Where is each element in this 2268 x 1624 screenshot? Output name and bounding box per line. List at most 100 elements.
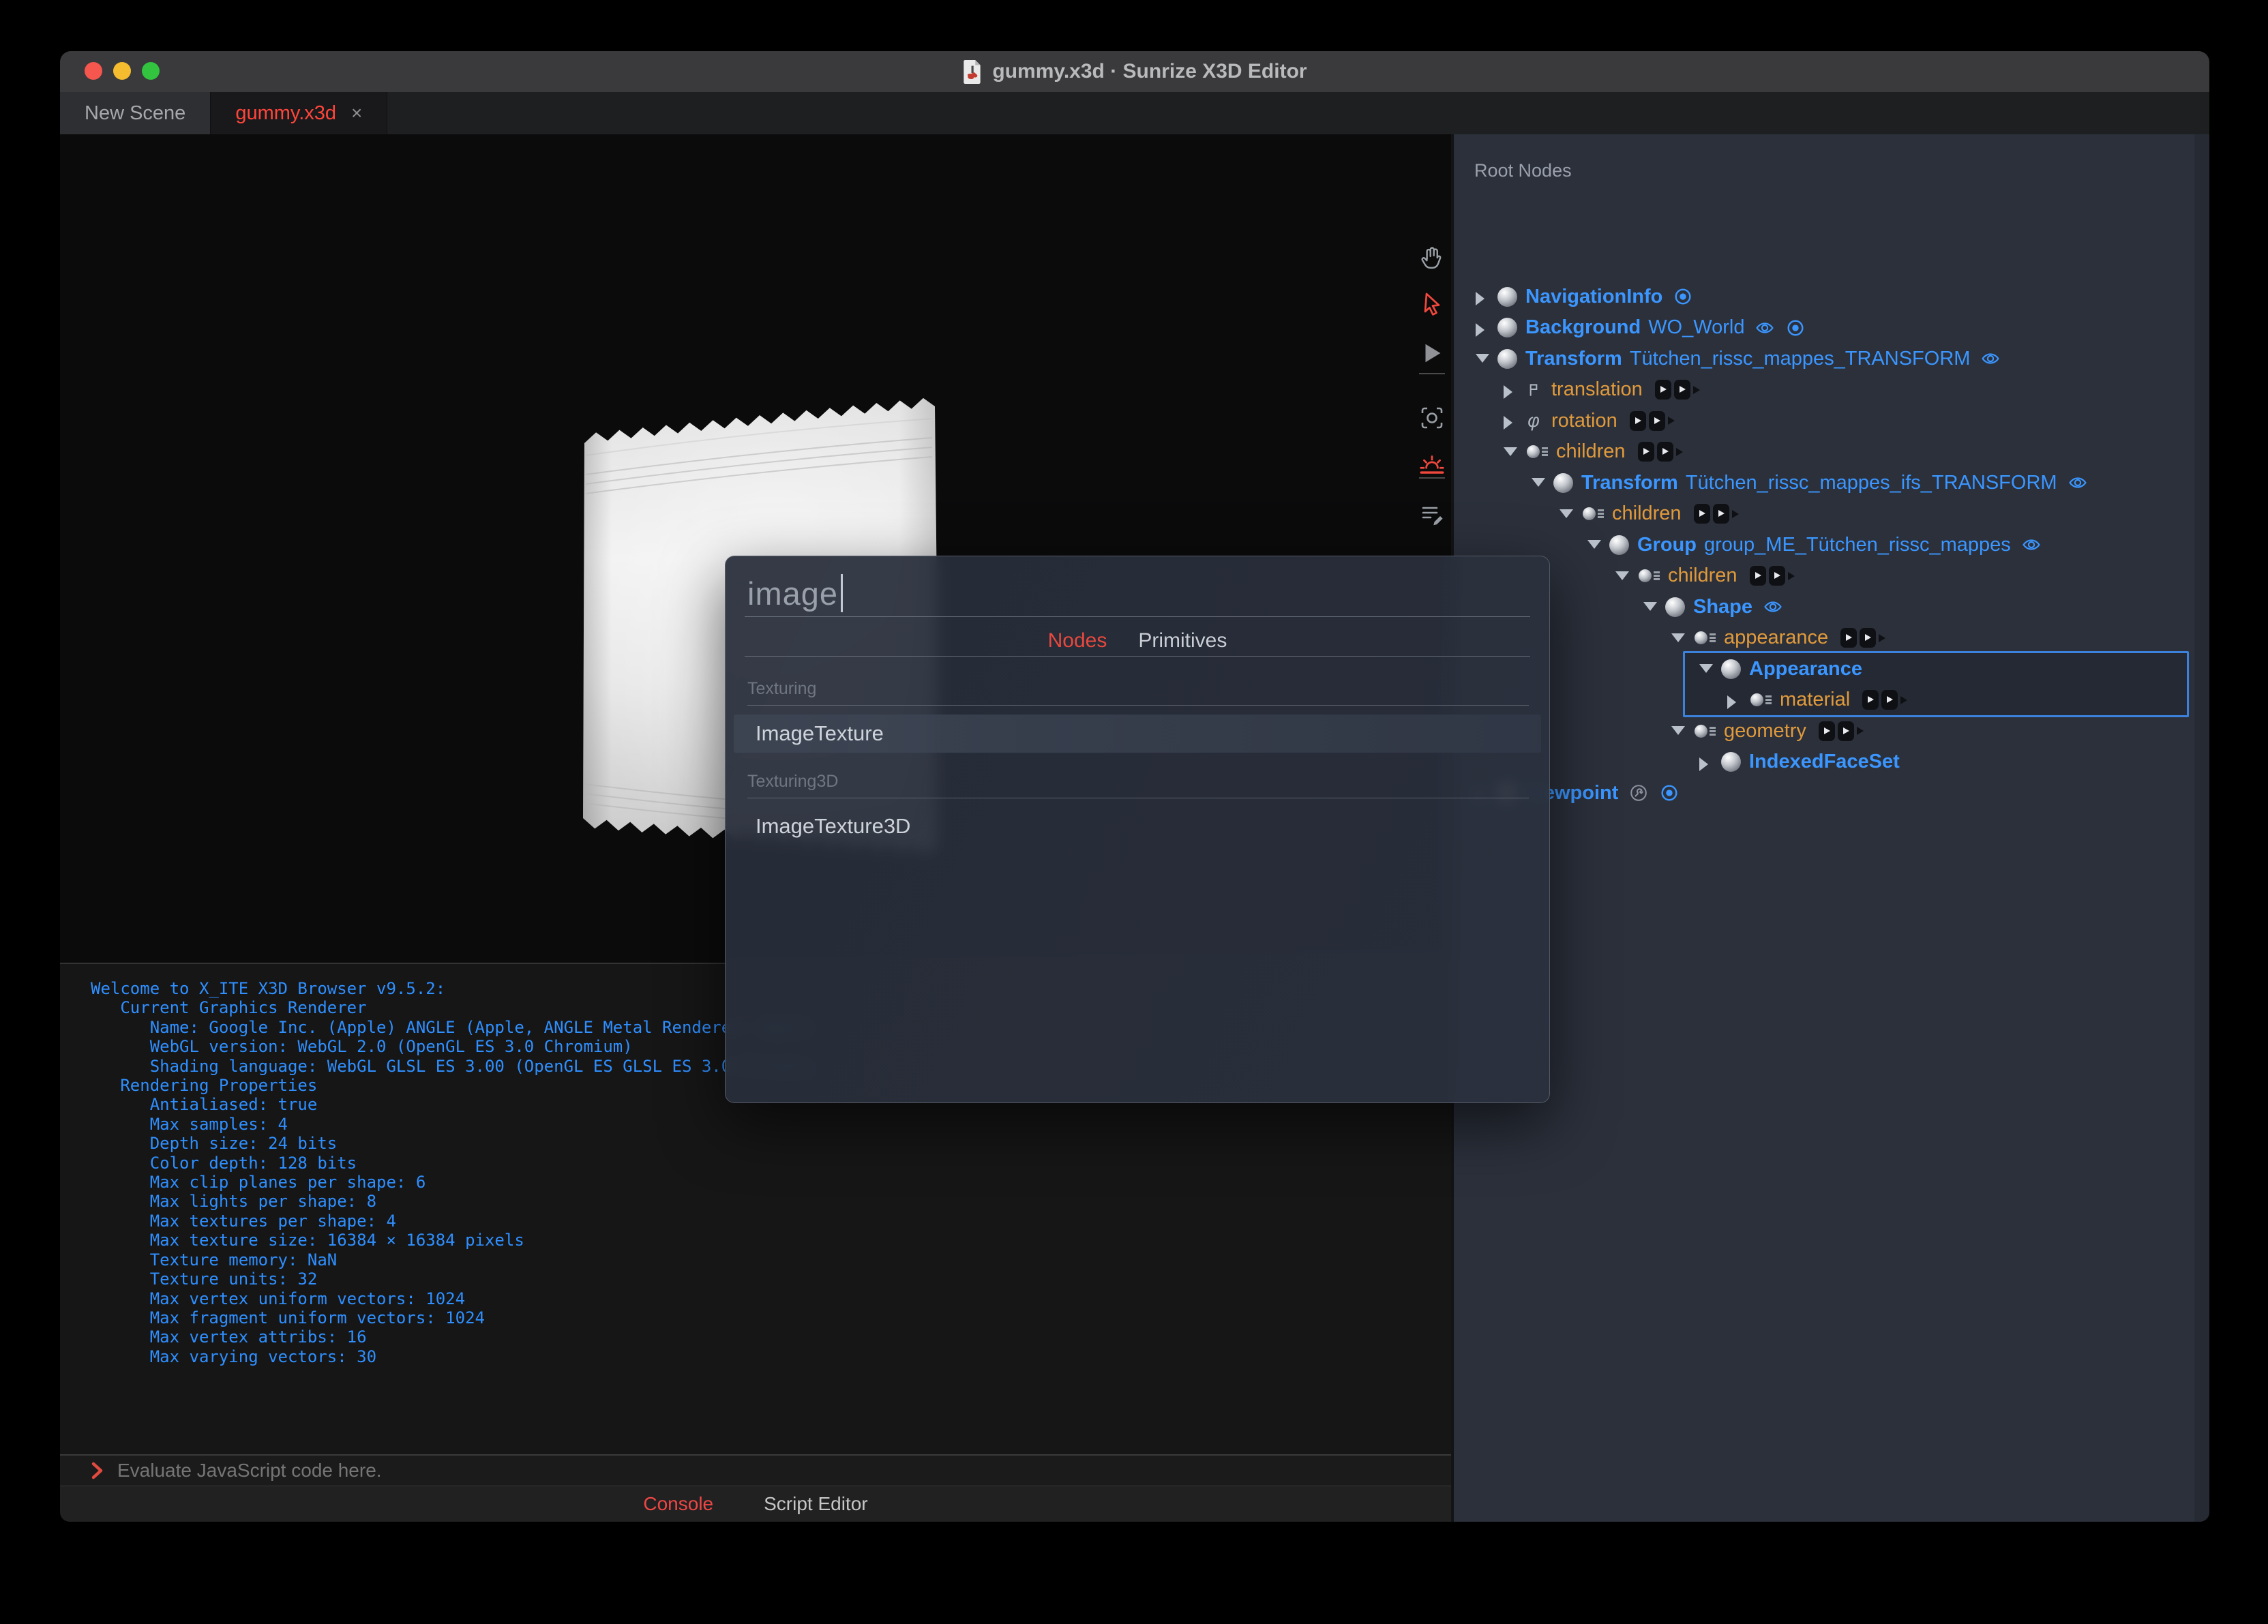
visibility-eye-icon[interactable]	[1980, 348, 2001, 369]
dialog-tabs: Nodes Primitives	[726, 626, 1549, 656]
snapshot-button[interactable]	[1416, 402, 1448, 434]
route-icons[interactable]	[1749, 566, 1795, 586]
panel-scroll-gutter[interactable]	[2194, 134, 2209, 1522]
field-name-label: children	[1668, 565, 1737, 586]
tab-gummy-x3d[interactable]: gummy.x3d ×	[211, 92, 388, 134]
route-icons[interactable]	[1862, 690, 1907, 710]
bind-target-icon[interactable]	[1785, 318, 1806, 338]
window-title: gummy.x3d · Sunrize X3D Editor	[992, 60, 1307, 82]
dialog-tab-primitives[interactable]: Primitives	[1138, 629, 1227, 652]
visibility-eye-icon[interactable]	[2021, 535, 2042, 555]
node-type-label: Transform	[1525, 347, 1622, 370]
route-icons[interactable]	[1693, 504, 1739, 524]
js-prompt-row	[60, 1454, 1451, 1486]
node-sphere-icon	[1497, 286, 1517, 307]
visibility-eye-icon[interactable]	[1763, 597, 1783, 617]
collapse-arrow-icon[interactable]	[1670, 723, 1685, 738]
js-eval-input[interactable]	[116, 1459, 1207, 1482]
route-icons[interactable]	[1637, 442, 1683, 462]
sunrise-icon	[1418, 450, 1446, 479]
footer-tab-console[interactable]: Console	[643, 1493, 713, 1515]
visibility-eye-icon[interactable]	[2068, 472, 2088, 493]
field-name-label: rotation	[1551, 409, 1617, 432]
dialog-section-label: Texturing	[747, 679, 1529, 706]
route-icons[interactable]	[1654, 380, 1700, 400]
close-tab-icon[interactable]: ×	[351, 102, 362, 124]
console-log: Welcome to X_ITE X3D Browser v9.5.2: Cur…	[91, 979, 810, 1366]
node-def-name: group_ME_Tütchen_rissc_mappes	[1704, 533, 2011, 556]
collapse-arrow-icon[interactable]	[1586, 537, 1601, 552]
node-sphere-icon	[1721, 752, 1741, 772]
visibility-eye-icon[interactable]	[1755, 318, 1775, 338]
document-icon	[962, 59, 983, 84]
node-field-icon	[1695, 724, 1716, 738]
node-type-label: Group	[1637, 533, 1697, 556]
collapse-arrow-icon[interactable]	[1502, 445, 1517, 460]
dialog-result-imagetexture3d[interactable]: ImageTexture3D	[734, 807, 1541, 845]
pan-tool-button[interactable]	[1416, 242, 1448, 273]
expand-arrow-icon[interactable]	[1726, 693, 1741, 709]
tree-row-children[interactable]: children	[1474, 499, 1739, 529]
collapse-arrow-icon[interactable]	[1642, 599, 1657, 614]
close-window-button[interactable]	[85, 62, 102, 80]
node-search-input[interactable]: image	[747, 574, 844, 612]
bottom-panel-tabs: Console Script Editor	[60, 1486, 1451, 1522]
node-sphere-icon	[1553, 472, 1573, 493]
tree-row-transform[interactable]: Transform Tütchen_rissc_mappes_TRANSFORM	[1474, 344, 2001, 374]
node-type-label: Shape	[1693, 595, 1753, 618]
environment-light-button[interactable]	[1416, 449, 1448, 480]
tree-row-transform[interactable]: Transform Tütchen_rissc_mappes_ifs_TRANSF…	[1474, 468, 2088, 498]
expand-arrow-icon[interactable]	[1474, 320, 1489, 337]
node-field-icon	[1639, 569, 1660, 582]
tree-row-rotation[interactable]: φ rotation	[1474, 406, 1675, 436]
play-icon	[1419, 340, 1445, 366]
bind-target-icon[interactable]	[1659, 783, 1680, 803]
tree-row-group[interactable]: Group group_ME_Tütchen_rissc_mappes	[1474, 530, 2042, 560]
dialog-result-imagetexture[interactable]: ImageTexture	[734, 715, 1541, 753]
expand-arrow-icon[interactable]	[1502, 413, 1517, 430]
node-type-label: Appearance	[1749, 657, 1863, 680]
vector-field-icon	[1524, 380, 1543, 400]
select-tool-button[interactable]	[1416, 288, 1448, 320]
play-button[interactable]	[1416, 337, 1448, 369]
expand-arrow-icon[interactable]	[1502, 382, 1517, 399]
camera-center-icon	[1418, 404, 1446, 432]
node-sphere-icon	[1497, 348, 1517, 369]
tab-label: gummy.x3d	[235, 102, 337, 124]
list-pencil-icon	[1418, 501, 1446, 528]
node-type-label: Transform	[1581, 471, 1678, 494]
toolbar-divider	[1419, 373, 1445, 374]
expand-arrow-icon[interactable]	[1698, 755, 1713, 771]
collapse-arrow-icon[interactable]	[1530, 475, 1545, 490]
tree-row-background[interactable]: Background WO_World	[1474, 313, 1806, 343]
node-sphere-icon	[1721, 659, 1741, 679]
node-tree: NavigationInfo Background WO_World Transfor…	[1474, 134, 2204, 1522]
tab-new-scene[interactable]: New Scene	[60, 92, 211, 134]
node-sphere-icon	[1609, 535, 1629, 555]
dialog-results: Texturing ImageTexture Texturing3D ImageTex…	[726, 660, 1549, 1096]
node-sphere-icon	[1665, 597, 1685, 617]
expand-arrow-icon[interactable]	[1474, 289, 1489, 305]
route-icons[interactable]	[1818, 721, 1864, 741]
dialog-tab-nodes[interactable]: Nodes	[1048, 629, 1107, 652]
node-def-name: Tütchen_rissc_mappes_ifs_TRANSFORM	[1685, 471, 2057, 494]
collapse-arrow-icon[interactable]	[1670, 631, 1685, 646]
footer-tab-script-editor[interactable]: Script Editor	[764, 1493, 868, 1515]
tree-row-children[interactable]: children	[1474, 437, 1683, 467]
field-name-label: geometry	[1724, 719, 1806, 742]
zoom-window-button[interactable]	[142, 62, 160, 80]
node-field-icon	[1583, 507, 1604, 520]
minimize-window-button[interactable]	[113, 62, 131, 80]
tree-row-navigationinfo[interactable]: NavigationInfo	[1474, 282, 1693, 312]
collapse-arrow-icon[interactable]	[1614, 569, 1629, 584]
tree-row-translation[interactable]: translation	[1474, 375, 1700, 405]
script-panel-button[interactable]	[1416, 499, 1448, 530]
bind-target-icon[interactable]	[1673, 286, 1693, 307]
edit-tool-icon[interactable]	[1628, 783, 1649, 803]
collapse-arrow-icon[interactable]	[1698, 661, 1713, 676]
route-icons[interactable]	[1840, 628, 1885, 648]
collapse-arrow-icon[interactable]	[1474, 351, 1489, 366]
app-window: gummy.x3d · Sunrize X3D Editor New Scene…	[60, 51, 2209, 1522]
collapse-arrow-icon[interactable]	[1558, 507, 1573, 522]
route-icons[interactable]	[1629, 410, 1675, 431]
